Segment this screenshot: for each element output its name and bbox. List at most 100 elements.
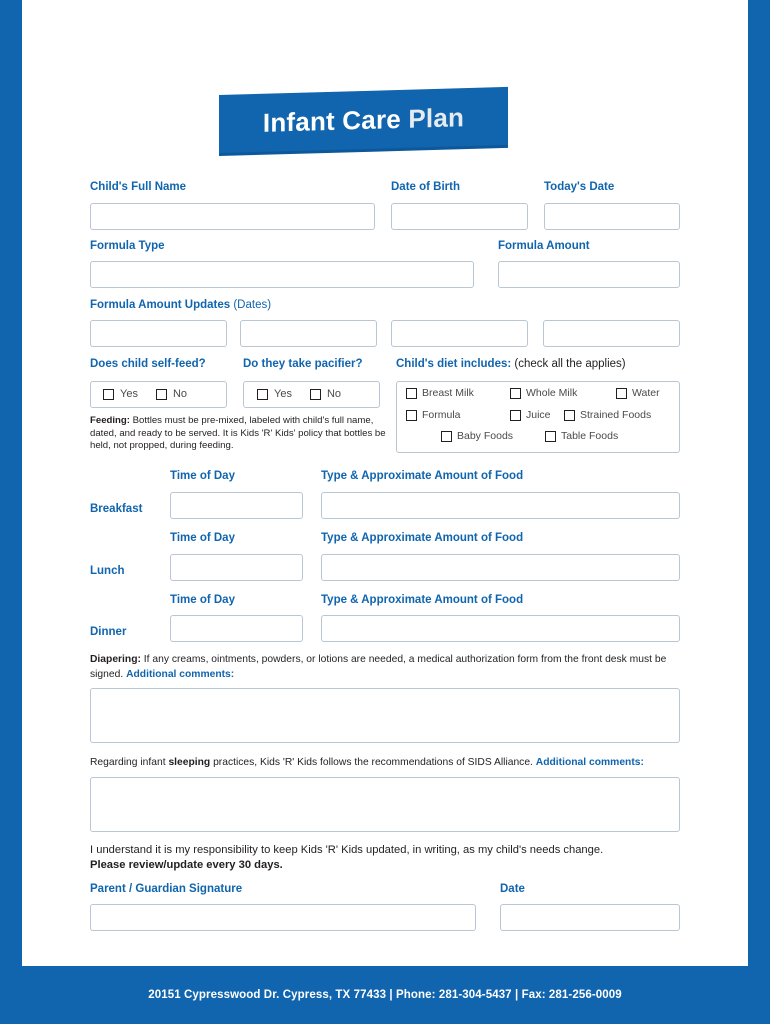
label-diet-includes: Child's diet includes: (check all the ap… bbox=[396, 358, 626, 370]
child-name-input[interactable] bbox=[90, 203, 375, 230]
sleeping-note-bold: sleeping bbox=[168, 757, 211, 768]
label-formula-amount: Formula Amount bbox=[498, 240, 590, 252]
label-self-feed: Does child self-feed? bbox=[90, 358, 206, 370]
feeding-note-bold: Feeding: bbox=[90, 415, 130, 426]
dinner-food-input[interactable] bbox=[321, 615, 680, 642]
diapering-note-bold: Diapering: bbox=[90, 654, 141, 665]
self-feed-yes-label: Yes bbox=[120, 388, 138, 400]
diet-table-foods-label: Table Foods bbox=[561, 430, 619, 442]
pacifier-yes-checkbox[interactable] bbox=[257, 388, 268, 400]
formula-update-1-input[interactable] bbox=[90, 320, 227, 347]
formula-update-2-input[interactable] bbox=[240, 320, 377, 347]
breakfast-time-input[interactable] bbox=[170, 492, 303, 519]
sleeping-note-pre: Regarding infant bbox=[90, 757, 169, 768]
label-diet-includes-note: (check all the applies) bbox=[514, 358, 626, 370]
title-banner: Infant Care Plan bbox=[219, 86, 508, 156]
page-title: Infant Care Plan bbox=[219, 87, 508, 153]
diapering-comments-textarea[interactable] bbox=[90, 688, 680, 743]
sleeping-note-text: practices, Kids 'R' Kids follows the rec… bbox=[210, 757, 536, 768]
diapering-note: Diapering: If any creams, ointments, pow… bbox=[90, 653, 682, 682]
date-of-birth-input[interactable] bbox=[391, 203, 528, 230]
self-feed-no-label: No bbox=[172, 388, 188, 400]
label-parent-signature: Parent / Guardian Signature bbox=[90, 883, 243, 895]
label-formula-type: Formula Type bbox=[90, 240, 165, 252]
diet-baby-foods-label: Baby Foods bbox=[457, 430, 514, 442]
left-blue-border bbox=[0, 0, 22, 1024]
diapering-additional-comments-label: Additional comments: bbox=[126, 668, 235, 680]
diet-option-strained-foods[interactable]: Strained Foods bbox=[564, 409, 651, 421]
formula-amount-input[interactable] bbox=[498, 261, 680, 288]
infant-care-plan-document: Infant Care Plan Child's Full Name Date … bbox=[0, 0, 770, 1024]
diet-option-baby-foods[interactable]: Baby Foods bbox=[441, 430, 513, 442]
statement-line-2: Please review/update every 30 days. bbox=[90, 859, 283, 871]
parent-signature-input[interactable] bbox=[90, 904, 476, 931]
dinner-time-input[interactable] bbox=[170, 615, 303, 642]
label-child-name: Child's Full Name bbox=[90, 181, 187, 193]
title-part-2: Plan bbox=[408, 101, 465, 134]
diet-table-foods-checkbox[interactable] bbox=[545, 430, 556, 442]
lunch-food-input[interactable] bbox=[321, 554, 680, 581]
label-signature-date: Date bbox=[500, 883, 525, 895]
label-dinner-type-amount: Type & Approximate Amount of Food bbox=[321, 594, 524, 606]
label-breakfast-type-amount: Type & Approximate Amount of Food bbox=[321, 470, 524, 482]
sleeping-note: Regarding infant sleeping practices, Kid… bbox=[90, 756, 682, 771]
diet-strained-foods-checkbox[interactable] bbox=[564, 409, 575, 421]
diet-breast-milk-checkbox[interactable] bbox=[406, 387, 417, 399]
label-lunch-type-amount: Type & Approximate Amount of Food bbox=[321, 532, 524, 544]
diet-option-breast-milk[interactable]: Breast Milk bbox=[406, 387, 474, 399]
label-dinner: Dinner bbox=[90, 626, 127, 638]
diet-baby-foods-checkbox[interactable] bbox=[441, 430, 452, 442]
diet-option-juice[interactable]: Juice bbox=[510, 409, 551, 421]
label-lunch-time-of-day: Time of Day bbox=[170, 532, 235, 544]
footer-contact-bar: 20151 Cypresswood Dr. Cypress, TX 77433 … bbox=[0, 966, 770, 1024]
pacifier-no-checkbox[interactable] bbox=[309, 388, 321, 400]
label-formula-updates-main: Formula Amount Updates bbox=[90, 299, 234, 311]
todays-date-input[interactable] bbox=[544, 203, 680, 230]
label-pacifier: Do they take pacifier? bbox=[243, 358, 363, 370]
diet-option-formula[interactable]: Formula bbox=[406, 409, 461, 421]
right-blue-border bbox=[748, 0, 770, 1024]
sleeping-additional-comments-label: Additional comments: bbox=[535, 757, 644, 768]
label-dinner-time-of-day: Time of Day bbox=[170, 594, 235, 606]
diet-water-checkbox[interactable] bbox=[616, 387, 627, 399]
signature-date-input[interactable] bbox=[500, 904, 680, 931]
footer-text: 20151 Cypresswood Dr. Cypress, TX 77433 … bbox=[148, 989, 622, 1001]
formula-update-3-input[interactable] bbox=[391, 320, 528, 347]
diet-water-label: Water bbox=[632, 387, 660, 399]
statement-line-1: I understand it is my responsibility to … bbox=[90, 844, 604, 856]
formula-update-4-input[interactable] bbox=[543, 320, 680, 347]
pacifier-yes-label: Yes bbox=[274, 388, 292, 400]
diet-option-whole-milk[interactable]: Whole Milk bbox=[510, 387, 577, 399]
feeding-note: Feeding: Bottles must be pre-mixed, labe… bbox=[90, 415, 390, 453]
label-todays-date: Today's Date bbox=[544, 181, 615, 193]
responsibility-statement: I understand it is my responsibility to … bbox=[90, 843, 690, 873]
label-diet-includes-main: Child's diet includes: bbox=[396, 358, 515, 370]
label-formula-updates-note: (Dates) bbox=[233, 299, 272, 311]
sleeping-comments-textarea[interactable] bbox=[90, 777, 680, 832]
label-breakfast: Breakfast bbox=[90, 503, 143, 515]
formula-type-input[interactable] bbox=[90, 261, 474, 288]
diet-option-water[interactable]: Water bbox=[616, 387, 660, 399]
feeding-note-text: Bottles must be pre-mixed, labeled with … bbox=[90, 415, 386, 452]
diet-formula-label: Formula bbox=[422, 409, 461, 421]
breakfast-food-input[interactable] bbox=[321, 492, 680, 519]
diet-formula-checkbox[interactable] bbox=[406, 409, 417, 421]
diet-strained-foods-label: Strained Foods bbox=[580, 409, 652, 421]
diet-juice-checkbox[interactable] bbox=[510, 409, 521, 421]
label-lunch: Lunch bbox=[90, 565, 125, 577]
self-feed-no-checkbox[interactable] bbox=[155, 388, 167, 400]
diet-breast-milk-label: Breast Milk bbox=[422, 387, 474, 399]
diet-whole-milk-label: Whole Milk bbox=[526, 387, 578, 399]
diet-option-table-foods[interactable]: Table Foods bbox=[545, 430, 618, 442]
self-feed-yes-checkbox[interactable] bbox=[103, 388, 114, 400]
diet-whole-milk-checkbox[interactable] bbox=[510, 387, 521, 399]
pacifier-no-label: No bbox=[326, 388, 342, 400]
pacifier-options: Yes No bbox=[257, 388, 359, 400]
lunch-time-input[interactable] bbox=[170, 554, 303, 581]
label-breakfast-time-of-day: Time of Day bbox=[170, 470, 235, 482]
label-formula-updates: Formula Amount Updates (Dates) bbox=[90, 299, 271, 311]
title-part-1: Infant Care bbox=[262, 103, 409, 138]
self-feed-options: Yes No bbox=[103, 388, 205, 400]
label-date-of-birth: Date of Birth bbox=[391, 181, 460, 193]
diet-juice-label: Juice bbox=[526, 409, 551, 421]
